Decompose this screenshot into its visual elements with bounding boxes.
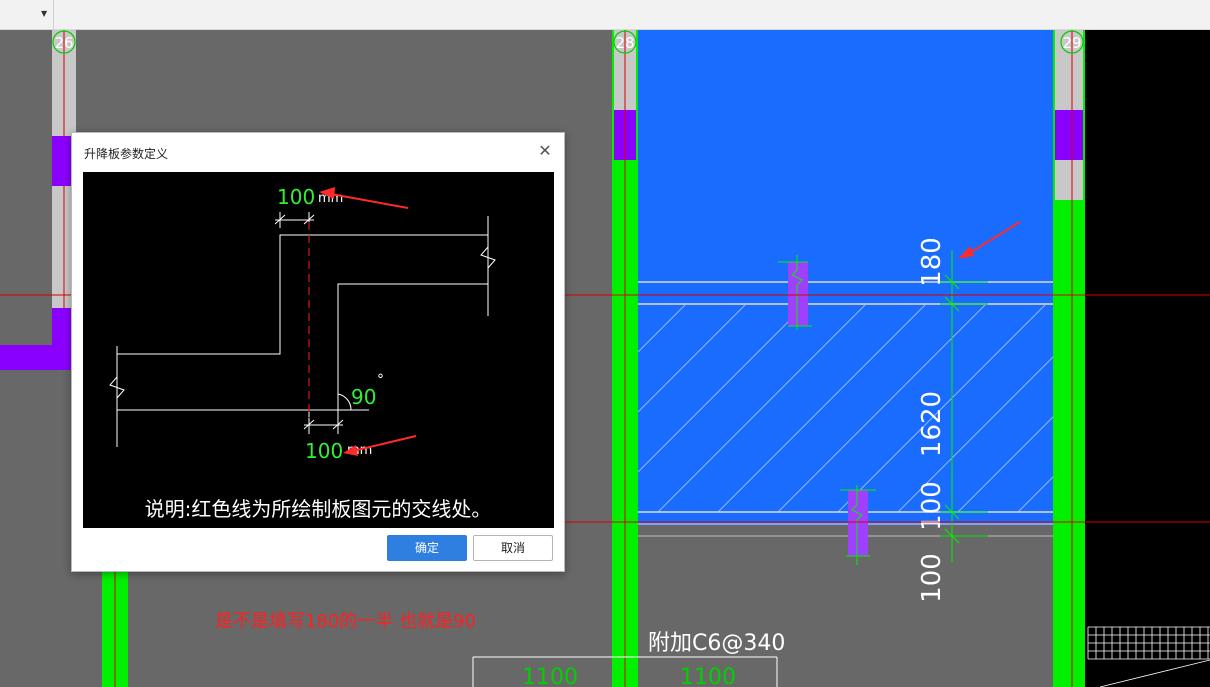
slab-step-zone [638,282,1053,304]
slab-section-outline [109,212,496,447]
column-left-lower [52,308,72,348]
column-left-upper [52,136,72,186]
slab-lower-edge-zone [638,512,1053,525]
dimension-1620: 1620 [917,391,947,457]
parameter-preview: 100 mm 90 ° 100 mm 说明:红色线为所绘制板图元的交线处。 [83,172,554,528]
preview-drawing: 100 mm 90 ° 100 mm 说明:红色线为所绘制板图元的交线处。 [109,185,496,521]
caret-down-icon[interactable]: ▼ [41,8,51,20]
bottom-width-value: 100 [305,439,343,463]
angle-value: 90 [351,385,376,409]
ok-button[interactable]: 确定 [387,535,467,561]
annotation-question: 是不是填写180的一半 也就是90 [215,611,476,632]
axis-label-29: 29 [1062,34,1081,52]
black-region-right [1085,30,1210,687]
dimension-100-mid: 100 [917,481,947,531]
angle-unit: ° [377,372,384,388]
axis-label-28: 28 [615,34,634,52]
dialog-title: 升降板参数定义 [84,147,169,161]
top-width-value: 100 [277,185,315,209]
slab-lower-hatched[interactable] [638,305,1053,512]
beam-upper [788,262,808,326]
application-window: { "toolbar": { "dropdown_icon": "caret-d… [0,0,1210,687]
preview-note: 说明:红色线为所绘制板图元的交线处。 [145,497,492,521]
beam-left [0,345,72,370]
dimension-100-low: 100 [917,553,947,603]
column-29 [1055,110,1083,160]
close-icon[interactable]: ✕ [536,142,554,160]
dimension-180: 180 [917,237,947,287]
beam-lower [848,490,868,556]
lift-slab-parameter-dialog: 升降板参数定义 ✕ 100 mm 90 ° 100 mm 说明:红色线为所绘制板… [71,132,565,572]
span-right-label: 1100 [680,665,736,687]
top-toolbar: ▼ [0,0,1210,30]
rebar-label: 附加C6@340 [648,631,785,656]
axis-label-26: 26 [54,34,73,52]
toolbar-divider [53,0,54,30]
slab-upper[interactable] [638,30,1053,282]
span-left-label: 1100 [522,665,578,687]
cancel-button[interactable]: 取消 [473,535,553,561]
